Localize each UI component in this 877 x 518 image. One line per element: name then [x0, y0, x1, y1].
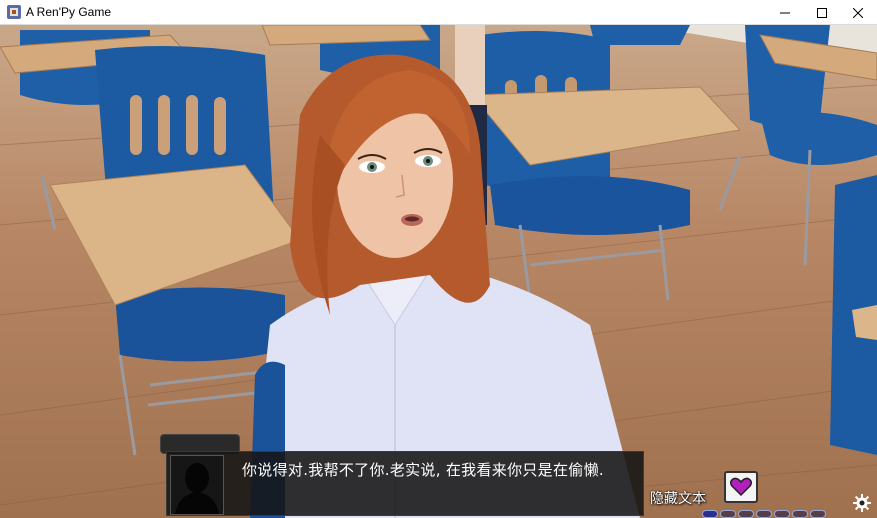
- minimize-icon: [780, 12, 790, 13]
- progress-slot: [792, 510, 808, 518]
- game-scene[interactable]: [0, 25, 877, 518]
- dialogue-text: 你说得对.我帮不了你.老实说, 在我看来你只是在偷懒.: [242, 461, 604, 479]
- game-window: A Ren'Py Game 你说得对.我帮不了你.老实说, 在我看来你只是在偷懒…: [0, 0, 877, 518]
- progress-slot: [756, 510, 772, 518]
- window-title: A Ren'Py Game: [26, 5, 111, 19]
- progress-slots: [702, 510, 826, 518]
- close-button[interactable]: [835, 0, 877, 25]
- progress-slot: [702, 510, 718, 518]
- gear-icon: [853, 494, 871, 512]
- progress-slot: [774, 510, 790, 518]
- heart-icon: [730, 477, 752, 497]
- renpy-app-icon: [7, 5, 21, 19]
- hide-text-button[interactable]: 隐藏文本: [650, 488, 706, 508]
- progress-slot: [738, 510, 754, 518]
- maximize-icon: [817, 7, 827, 18]
- close-icon: [853, 7, 863, 18]
- settings-button[interactable]: [852, 493, 872, 513]
- silhouette-avatar: [171, 456, 223, 514]
- progress-slot: [720, 510, 736, 518]
- heart-button[interactable]: [724, 471, 758, 503]
- classroom-background: [0, 25, 877, 518]
- progress-slot: [810, 510, 826, 518]
- title-bar: A Ren'Py Game: [0, 0, 877, 25]
- speaker-portrait: [170, 455, 224, 515]
